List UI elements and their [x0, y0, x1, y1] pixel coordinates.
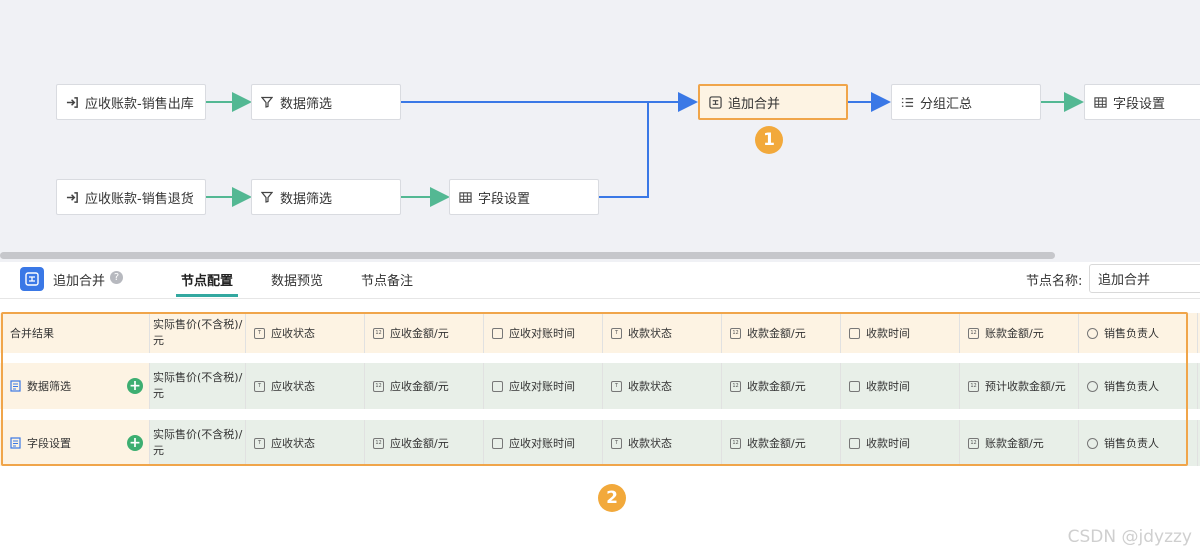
node-label: 数据筛选	[280, 96, 333, 112]
tab-node-notes[interactable]: 节点备注	[361, 270, 413, 289]
edge-field2-merge	[599, 102, 649, 198]
flow-canvas[interactable]: 应收账款-销售出库 数据筛选 追加合并 分组汇总 字段设置 应收账款-销售退货 …	[0, 0, 1200, 262]
table-icon	[1093, 95, 1107, 109]
filter-icon	[260, 95, 274, 109]
node-filter-2[interactable]: 数据筛选	[251, 179, 401, 215]
node-label: 追加合并	[728, 96, 781, 112]
node-source-sales-return[interactable]: 应收账款-销售退货	[56, 179, 206, 215]
tab-node-config[interactable]: 节点配置	[181, 270, 233, 289]
node-label: 应收账款-销售退货	[85, 191, 194, 207]
list-icon	[900, 95, 914, 109]
node-name-input[interactable]	[1089, 264, 1200, 293]
flow-edges	[206, 92, 1084, 207]
node-group-summary[interactable]: 分组汇总	[891, 84, 1041, 120]
node-field-settings-1[interactable]: 字段设置	[1084, 84, 1200, 120]
annotation-highlight-box	[1, 312, 1188, 466]
annotation-badge-1: 1	[755, 126, 783, 154]
tab-data-preview[interactable]: 数据预览	[271, 270, 323, 289]
table-icon	[458, 190, 472, 204]
input-icon	[65, 190, 79, 204]
merge-node-icon	[20, 267, 44, 291]
filter-icon	[260, 190, 274, 204]
canvas-horizontal-scrollbar[interactable]	[0, 252, 1055, 259]
node-label: 数据筛选	[280, 191, 333, 207]
node-label: 应收账款-销售出库	[85, 96, 194, 112]
panel-title: 追加合并	[53, 274, 106, 289]
annotation-badge-2: 2	[598, 484, 626, 512]
merge-icon	[708, 95, 722, 109]
watermark: CSDN @jdyzzy	[1067, 527, 1192, 547]
node-field-settings-2[interactable]: 字段设置	[449, 179, 599, 215]
help-icon[interactable]: ?	[110, 271, 123, 284]
node-label: 字段设置	[1113, 96, 1166, 112]
active-tab-indicator	[176, 294, 238, 297]
node-append-merge[interactable]: 追加合并	[698, 84, 848, 120]
node-source-sales-out[interactable]: 应收账款-销售出库	[56, 84, 206, 120]
node-label: 分组汇总	[920, 96, 973, 112]
input-icon	[65, 95, 79, 109]
node-filter-1[interactable]: 数据筛选	[251, 84, 401, 120]
node-name-label: 节点名称:	[1026, 274, 1083, 289]
node-label: 字段设置	[478, 191, 531, 207]
config-panel-header: 追加合并 ? 节点配置 数据预览 节点备注 节点名称:	[0, 262, 1200, 299]
